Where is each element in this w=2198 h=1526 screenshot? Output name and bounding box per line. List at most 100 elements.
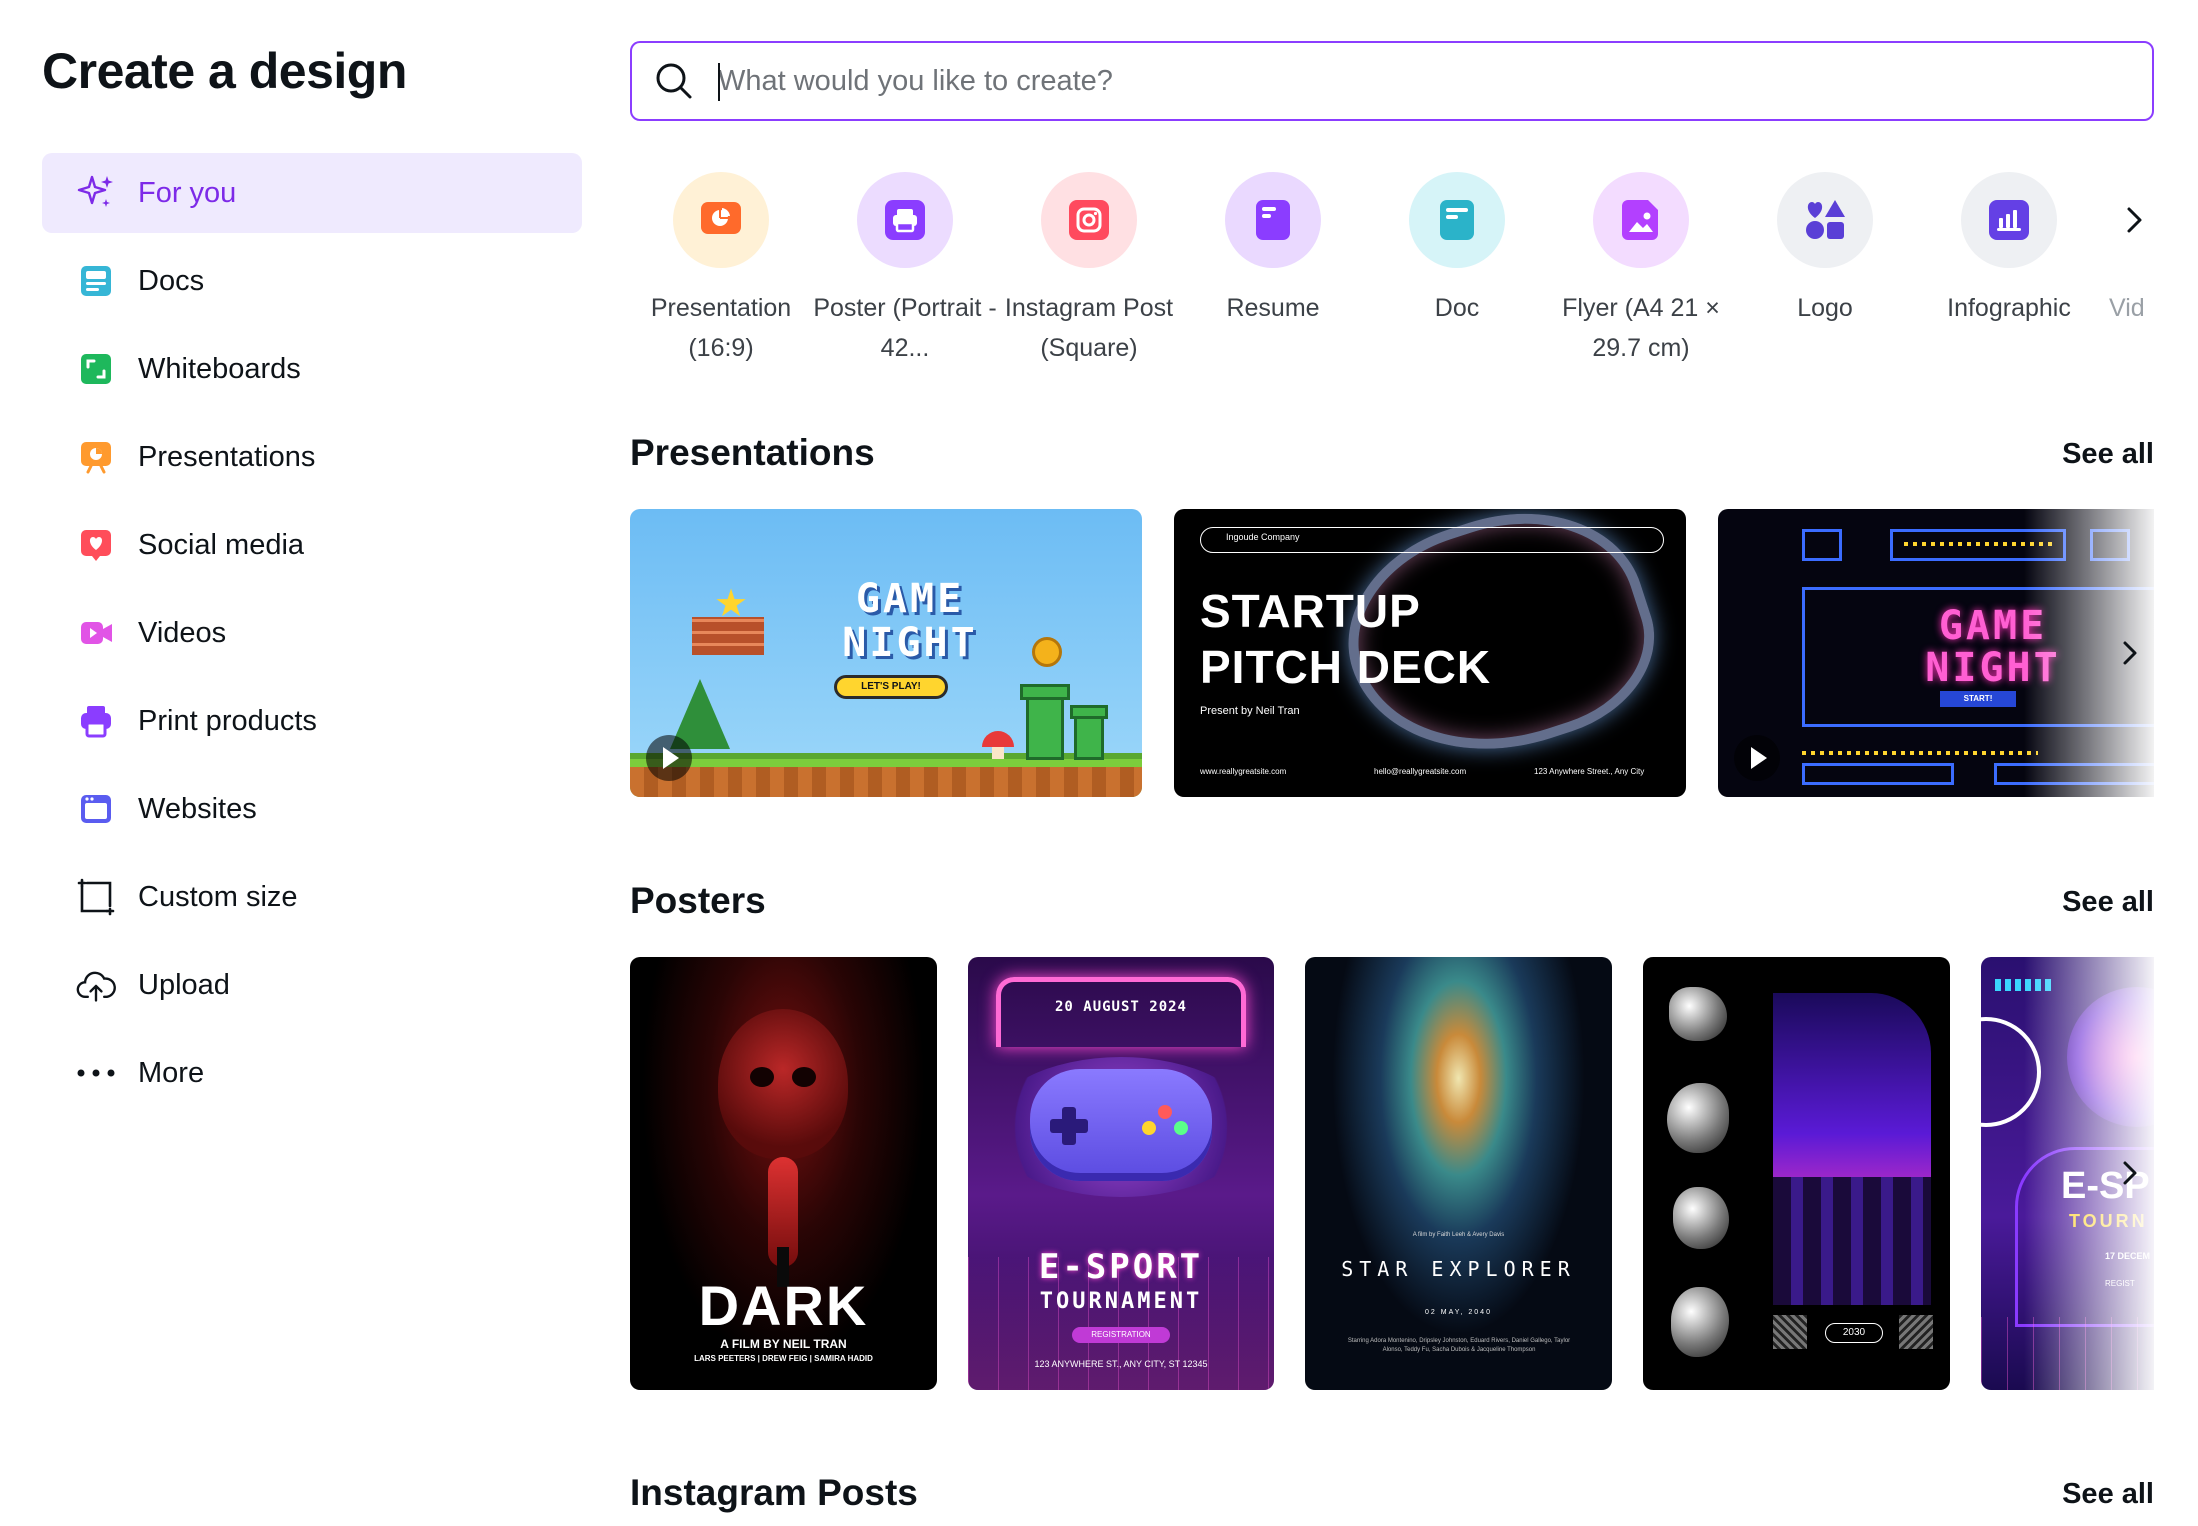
search-icon bbox=[656, 63, 692, 99]
chevron-right-icon bbox=[2123, 1161, 2137, 1185]
sidebar-item-websites[interactable]: Websites bbox=[42, 769, 582, 849]
sidebar-item-whiteboards[interactable]: Whiteboards bbox=[42, 329, 582, 409]
posters-carousel: DARK A FILM BY NEIL TRAN LARS PEETERS | … bbox=[630, 957, 2154, 1390]
template-subtitle: TOURN bbox=[2069, 1211, 2148, 1231]
sidebar-item-upload[interactable]: Upload bbox=[42, 945, 582, 1025]
design-type-label: Poster (Portrait - 42... bbox=[813, 294, 997, 362]
template-card[interactable]: 2030 bbox=[1643, 957, 1950, 1390]
sidebar-item-presentations[interactable]: Presentations bbox=[42, 417, 582, 497]
more-dots-icon bbox=[76, 1053, 116, 1093]
sidebar: Create a design For you Docs Whiteboards… bbox=[0, 0, 600, 1526]
chevron-right-icon bbox=[2127, 207, 2142, 233]
instagram-type-icon bbox=[1041, 172, 1137, 268]
instagram-section-title: Instagram Posts bbox=[630, 1472, 918, 1513]
instagram-see-all-link[interactable]: See all bbox=[2062, 1478, 2154, 1511]
sidebar-item-print-products[interactable]: Print products bbox=[42, 681, 582, 761]
presentations-carousel: ★ GAME NIGHT LET'S PLAY! Ingoude Company… bbox=[630, 509, 2154, 797]
template-address: 123 Anywhere Street., Any City bbox=[1534, 767, 1645, 776]
chevron-right-icon bbox=[2123, 641, 2137, 665]
design-type-presentation[interactable]: Presentation (16:9) bbox=[630, 172, 813, 368]
play-icon bbox=[646, 735, 692, 781]
template-card[interactable]: Ingoude Company STARTUP PITCH DECK Prese… bbox=[1174, 509, 1686, 797]
text-caret bbox=[718, 63, 720, 101]
design-type-label: Resume bbox=[1226, 294, 1320, 322]
cloud-upload-icon bbox=[76, 965, 116, 1005]
sidebar-item-label: Social media bbox=[138, 528, 305, 561]
sidebar-item-label: Whiteboards bbox=[138, 352, 301, 385]
template-website: www.reallygreatsite.com bbox=[1200, 767, 1287, 776]
page-title: Create a design bbox=[42, 43, 407, 99]
carousel-next-button[interactable] bbox=[2114, 200, 2154, 240]
design-type-label: Infographic bbox=[1947, 294, 2071, 322]
design-type-instagram-post[interactable]: Instagram Post (Square) bbox=[997, 172, 1181, 368]
infographic-type-icon bbox=[1961, 172, 2057, 268]
presentations-next-button[interactable] bbox=[2112, 635, 2148, 671]
template-address: 123 ANYWHERE ST., ANY CITY, ST 12345 bbox=[1034, 1359, 1208, 1369]
sidebar-item-docs[interactable]: Docs bbox=[42, 241, 582, 321]
template-card[interactable]: GAME NIGHT START! bbox=[1718, 509, 2154, 797]
design-type-label: Vid bbox=[2109, 294, 2145, 322]
template-title: E-SPORT bbox=[1038, 1247, 1204, 1287]
posters-see-all-link[interactable]: See all bbox=[2062, 886, 2154, 919]
template-card[interactable]: A film by Faith Leeh & Avery Davis STAR … bbox=[1305, 957, 1612, 1390]
sidebar-item-label: Custom size bbox=[138, 880, 298, 913]
design-type-poster[interactable]: Poster (Portrait - 42... bbox=[813, 172, 997, 368]
template-company: Ingoude Company bbox=[1226, 532, 1300, 542]
custom-size-icon bbox=[76, 877, 116, 917]
design-type-video[interactable]: Vid bbox=[2101, 172, 2154, 328]
design-type-label: Instagram Post (Square) bbox=[1004, 294, 1174, 362]
template-card[interactable]: ★ GAME NIGHT LET'S PLAY! bbox=[630, 509, 1142, 797]
design-type-infographic[interactable]: Infographic bbox=[1917, 172, 2101, 328]
template-title: NIGHT bbox=[842, 620, 978, 666]
sidebar-item-label: Upload bbox=[138, 968, 230, 1001]
template-title: TOURNAMENT bbox=[1039, 1289, 1203, 1314]
template-credits: LARS PEETERS | DREW FEIG | SAMIRA HADID bbox=[694, 1354, 873, 1363]
sidebar-item-label: Print products bbox=[138, 704, 317, 737]
sidebar-item-label: More bbox=[138, 1056, 205, 1089]
template-card[interactable]: DARK A FILM BY NEIL TRAN LARS PEETERS | … bbox=[630, 957, 937, 1390]
main-content: Presentation (16:9) Poster (Portrait - 4… bbox=[630, 0, 2154, 1526]
design-type-label: Flyer (A4 21 × 29.7 cm) bbox=[1562, 294, 1720, 362]
sidebar-item-label: Presentations bbox=[138, 440, 316, 473]
sidebar-item-social-media[interactable]: Social media bbox=[42, 505, 582, 585]
design-type-label: Logo bbox=[1797, 294, 1853, 322]
template-date: 02 MAY, 2040 bbox=[1425, 1309, 1492, 1316]
play-icon bbox=[1734, 735, 1780, 781]
skull-smoke bbox=[718, 1009, 848, 1159]
website-icon bbox=[76, 789, 116, 829]
sidebar-item-for-you[interactable]: For you bbox=[42, 153, 582, 233]
search-input[interactable] bbox=[718, 64, 2098, 98]
sidebar-item-label: Websites bbox=[138, 792, 257, 825]
template-date: 17 DECEM bbox=[2105, 1251, 2151, 1261]
template-credit: A film by Faith Leeh & Avery Davis bbox=[1412, 1232, 1505, 1238]
presentations-see-all-link[interactable]: See all bbox=[2062, 438, 2154, 471]
sidebar-item-label: For you bbox=[138, 176, 237, 209]
template-subtitle: Present by Neil Tran bbox=[1200, 705, 1300, 717]
whiteboard-icon bbox=[76, 349, 116, 389]
template-subtitle: A FILM BY NEIL TRAN bbox=[720, 1337, 847, 1351]
sidebar-item-videos[interactable]: Videos bbox=[42, 593, 582, 673]
sidebar-item-label: Docs bbox=[138, 264, 205, 297]
search-bar[interactable] bbox=[630, 41, 2154, 121]
logo-type-icon bbox=[1777, 172, 1873, 268]
sidebar-item-custom-size[interactable]: Custom size bbox=[42, 857, 582, 937]
design-type-doc[interactable]: Doc bbox=[1365, 172, 1549, 328]
template-date: 20 AUGUST 2024 bbox=[1054, 999, 1187, 1015]
flyer-type-icon bbox=[1593, 172, 1689, 268]
template-title: STARTUP bbox=[1200, 585, 1421, 637]
posters-section-title: Posters bbox=[630, 880, 766, 921]
template-card[interactable]: 20 AUGUST 2024 E-SPORT TOURNAMENT REGIST… bbox=[968, 957, 1274, 1390]
design-type-resume[interactable]: Resume bbox=[1181, 172, 1365, 328]
poster-type-icon bbox=[857, 172, 953, 268]
sidebar-nav: For you Docs Whiteboards Presentations S… bbox=[42, 153, 582, 1121]
design-type-label: Doc bbox=[1434, 294, 1480, 322]
template-button: START! bbox=[1940, 691, 2016, 707]
design-type-flyer[interactable]: Flyer (A4 21 × 29.7 cm) bbox=[1549, 172, 1733, 368]
template-title: DARK bbox=[698, 1274, 869, 1337]
printer-icon bbox=[76, 701, 116, 741]
sidebar-item-more[interactable]: More bbox=[42, 1033, 582, 1113]
design-type-logo[interactable]: Logo bbox=[1733, 172, 1917, 328]
star-icon: ★ bbox=[714, 583, 749, 625]
presentations-section-title: Presentations bbox=[630, 432, 875, 473]
posters-next-button[interactable] bbox=[2112, 1155, 2148, 1191]
